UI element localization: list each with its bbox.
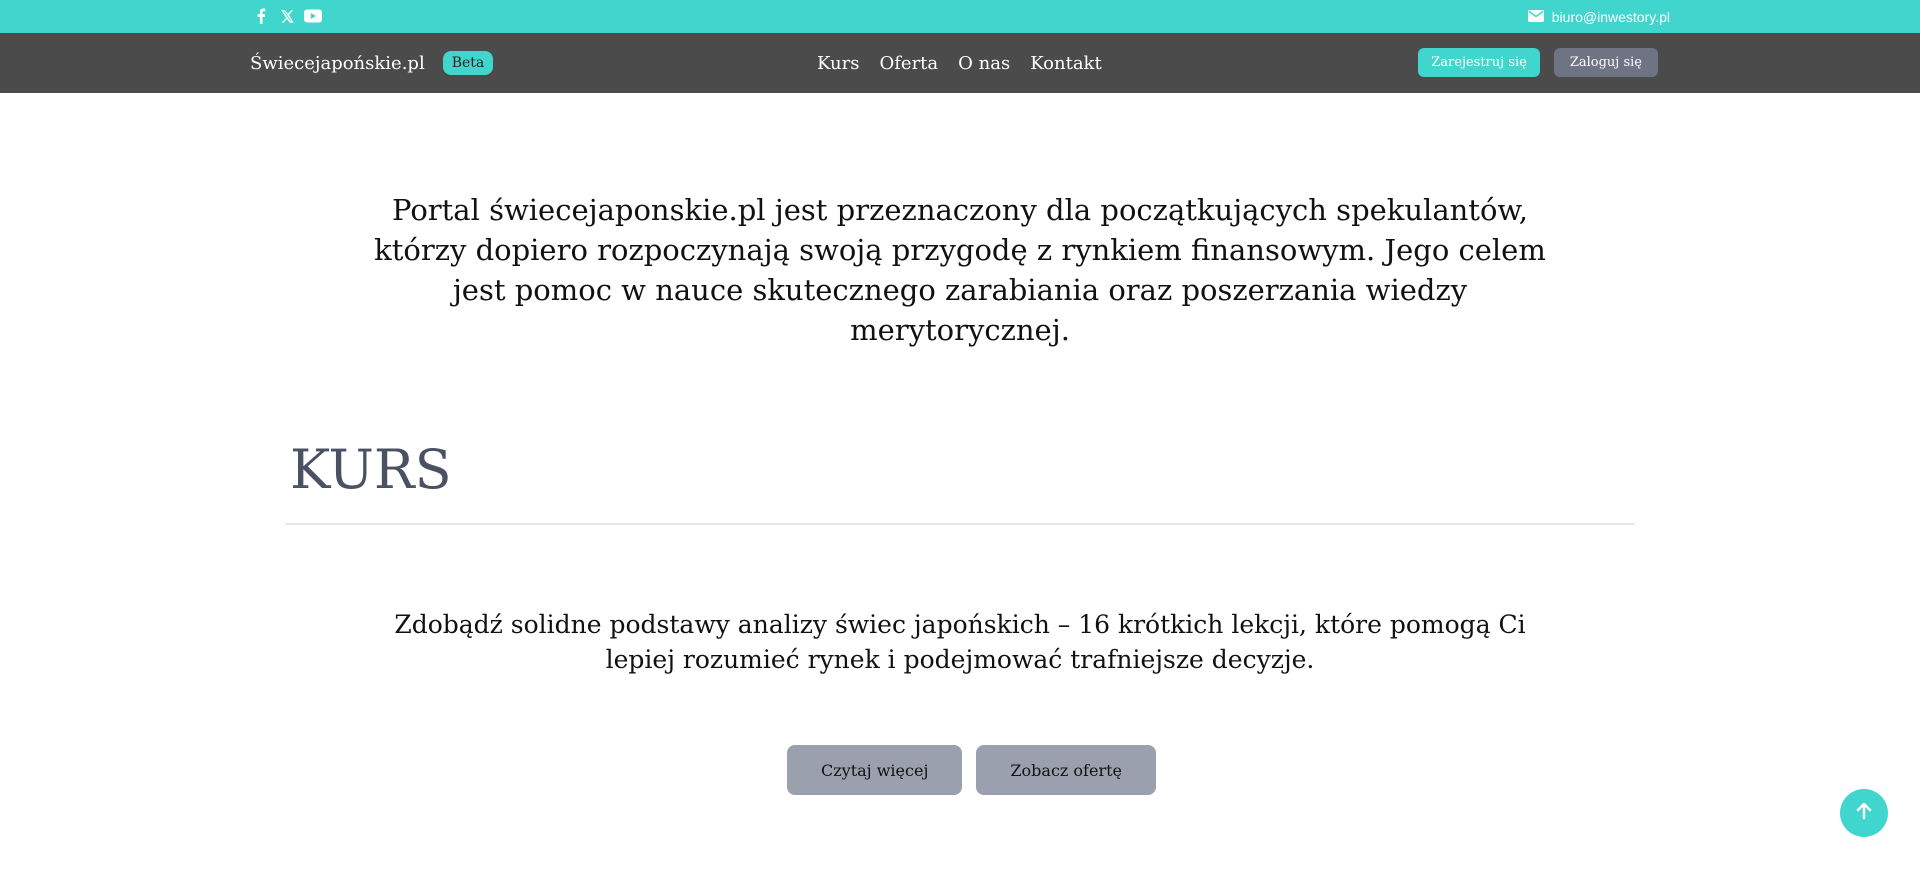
section-title: KURS [290,438,452,501]
menu-item-kontakt[interactable]: Kontakt [1030,53,1102,74]
youtube-icon[interactable] [304,7,322,25]
scroll-top-button[interactable] [1840,789,1888,837]
facebook-icon[interactable] [252,7,270,25]
x-icon[interactable] [278,7,296,25]
brand[interactable]: Świecejapońskie.pl Beta [250,33,494,93]
auth-buttons: Zarejestruj się Zaloguj się [1418,48,1658,77]
email-text[interactable]: biuro@inwestory.pl [1552,9,1670,25]
main-menu: Kurs Oferta O nas Kontakt [817,33,1102,93]
social-links [252,7,322,25]
intro-text: Portal świecejaponskie.pl jest przeznacz… [374,193,1546,347]
see-offer-button[interactable]: Zobacz ofertę [976,745,1156,795]
menu-item-kurs[interactable]: Kurs [817,53,860,74]
arrow-up-icon [1854,801,1874,825]
menu-item-oferta[interactable]: Oferta [880,53,939,74]
beta-badge: Beta [442,51,494,75]
cta-buttons: Czytaj więcej Zobacz ofertę [787,745,1156,795]
menu-item-o-nas[interactable]: O nas [958,53,1010,74]
section-description: Zdobądź solidne podstawy analizy świec j… [394,610,1526,674]
brand-name[interactable]: Świecejapońskie.pl [250,53,425,74]
contact-email[interactable]: biuro@inwestory.pl [1527,7,1670,26]
read-more-button[interactable]: Czytaj więcej [787,745,963,795]
envelope-icon [1527,7,1544,26]
top-bar: biuro@inwestory.pl [0,0,1920,33]
section-divider [285,523,1635,525]
login-button[interactable]: Zaloguj się [1553,48,1658,77]
register-button[interactable]: Zarejestruj się [1418,48,1540,77]
main-navbar: Świecejapońskie.pl Beta Kurs Oferta O na… [0,33,1920,93]
